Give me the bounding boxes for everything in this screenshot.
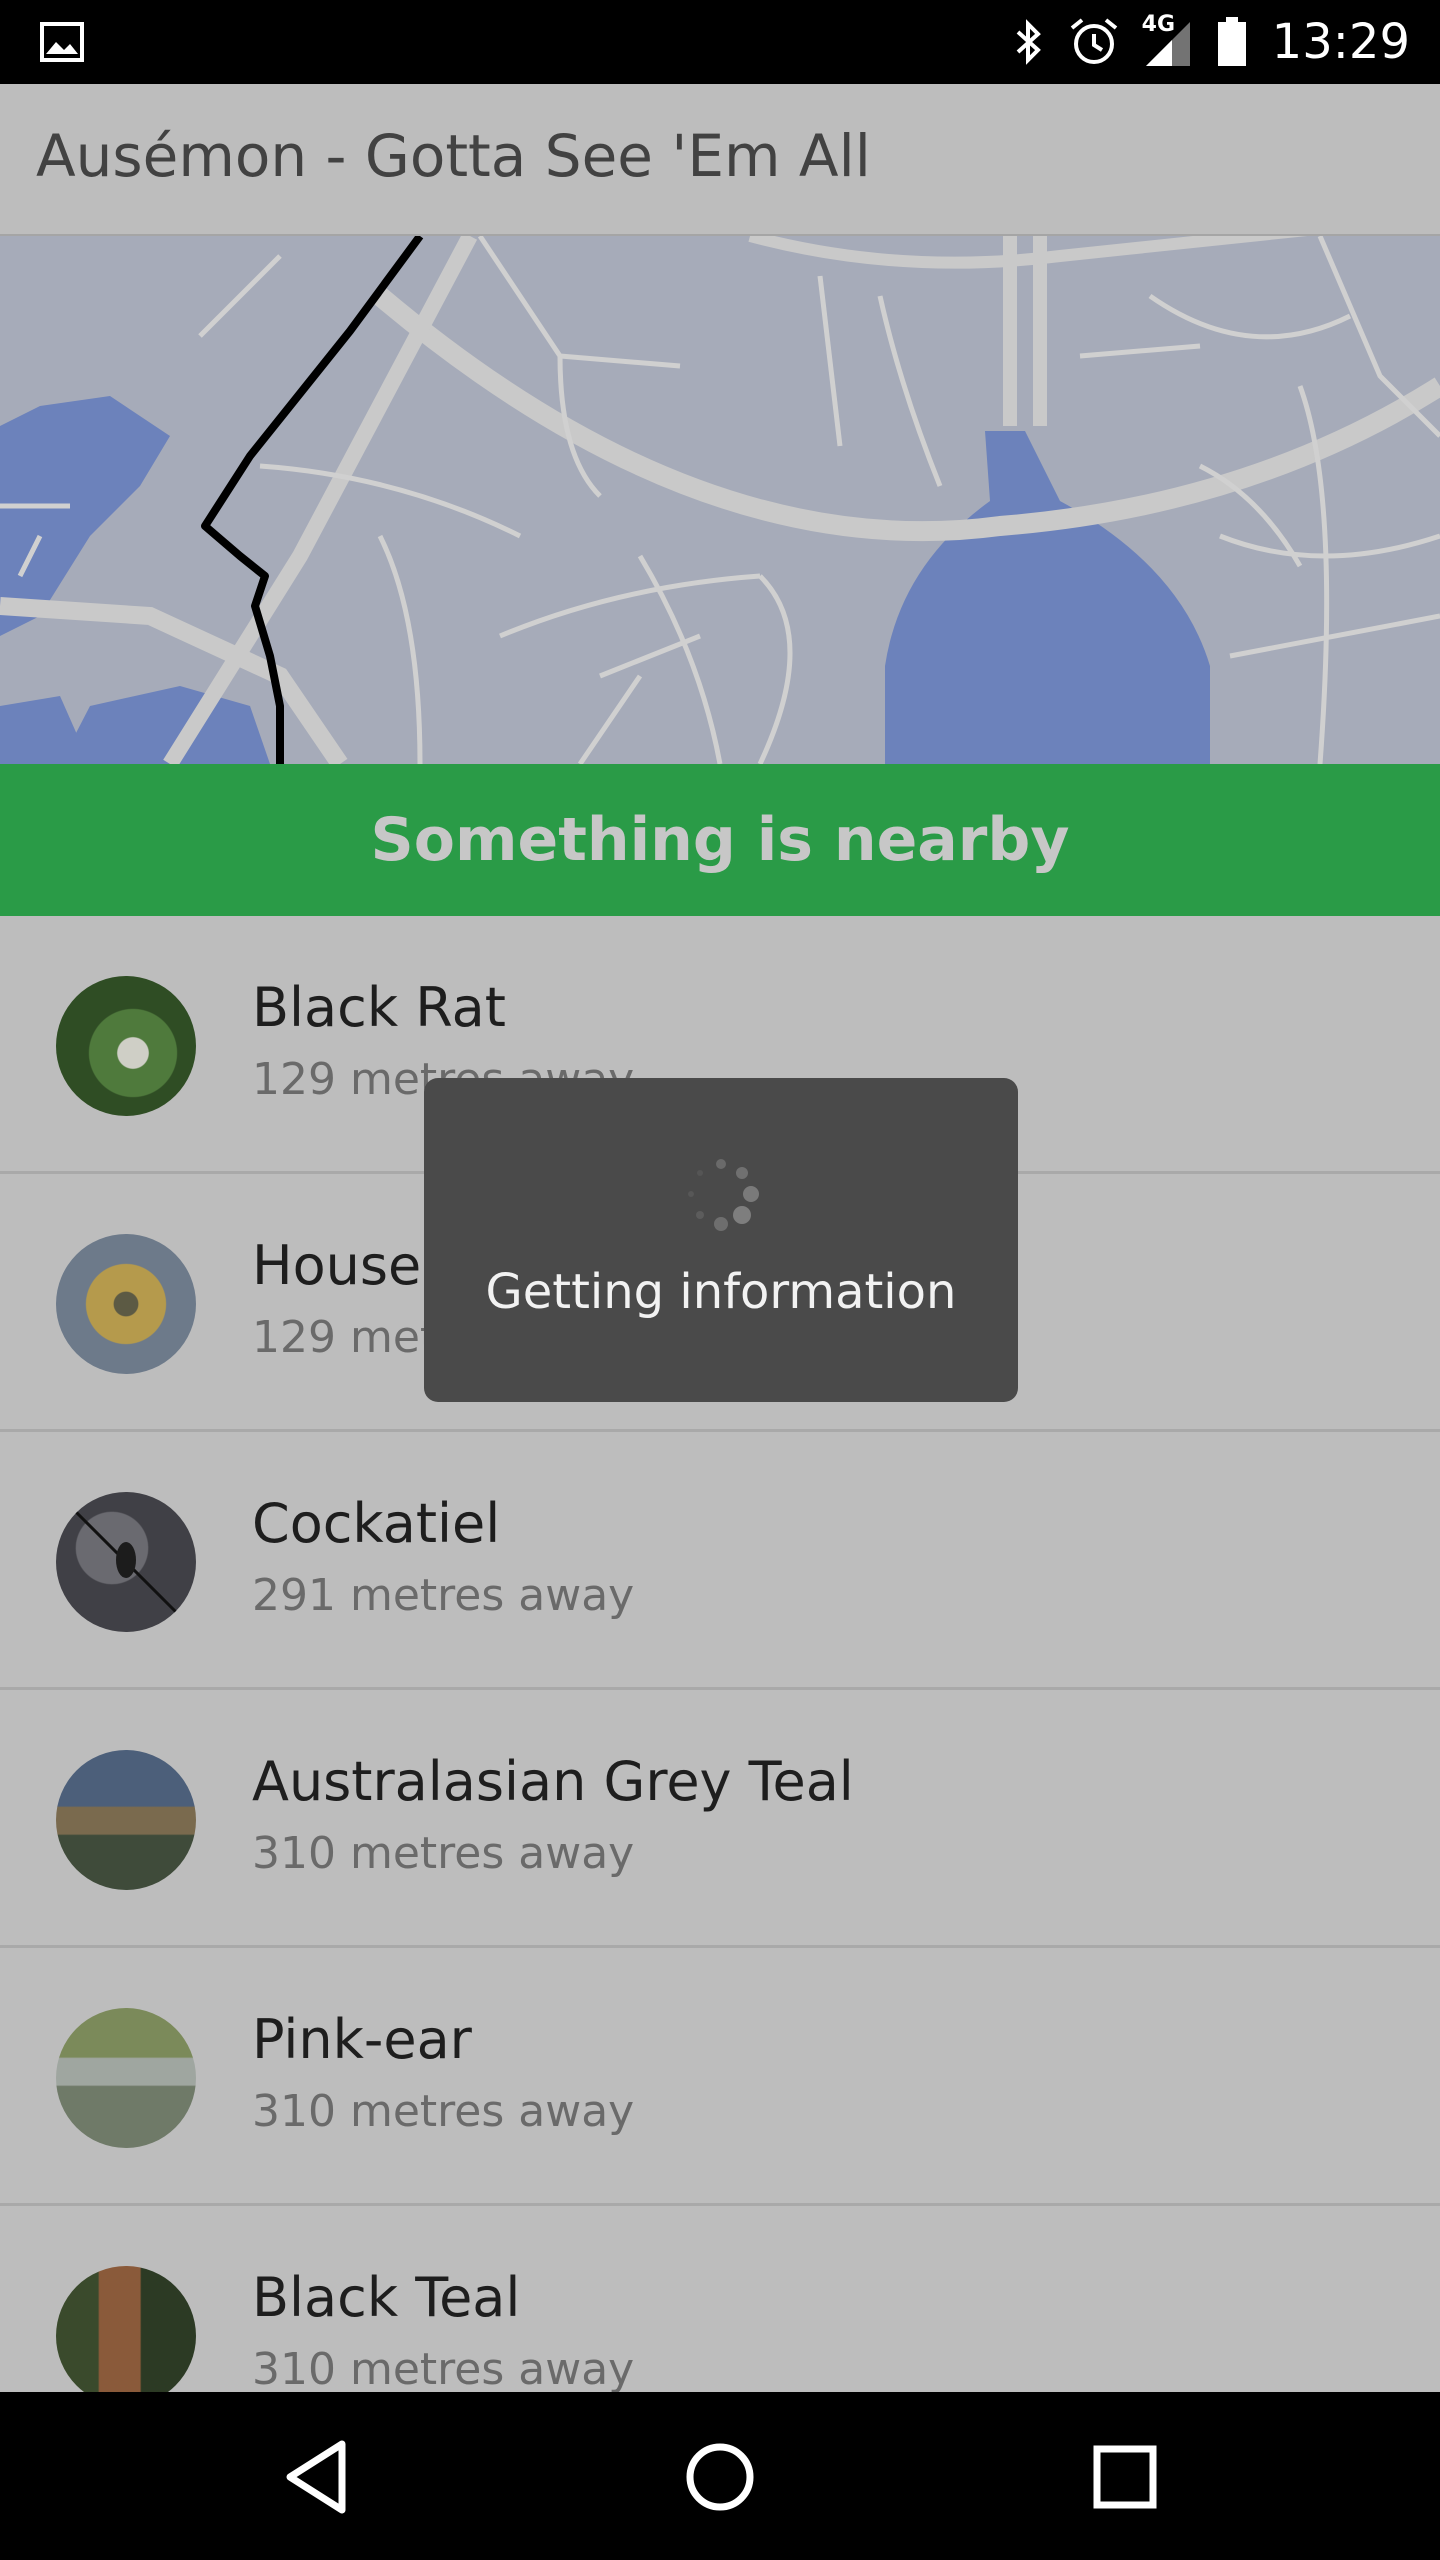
recents-icon[interactable]	[1070, 2422, 1180, 2532]
map-graphic	[0, 236, 1440, 764]
bluetooth-icon	[1016, 19, 1041, 65]
app-bar: Ausémon - Gotta See 'Em All	[0, 84, 1440, 236]
loading-spinner-icon	[688, 1159, 759, 1231]
cockatiel-thumbnail	[56, 1492, 196, 1632]
back-icon[interactable]	[262, 2422, 372, 2532]
item-name: Australasian Grey Teal	[252, 1750, 854, 1813]
nearby-banner: Something is nearby	[0, 764, 1440, 916]
item-name: Cockatiel	[252, 1492, 501, 1555]
battery-icon	[1217, 17, 1246, 66]
pink-ear-thumbnail	[56, 2008, 196, 2148]
black-teal-thumbnail	[56, 2266, 196, 2392]
item-distance: 291 metres away	[252, 1570, 635, 1621]
home-icon[interactable]	[665, 2422, 775, 2532]
clock: 13:29	[1271, 14, 1410, 70]
item-distance: 310 metres away	[252, 2086, 635, 2137]
item-name: Black Rat	[252, 976, 506, 1039]
banner-text: Something is nearby	[370, 805, 1070, 875]
list-item[interactable]: Australasian Grey Teal 310 metres away	[0, 1690, 1440, 1948]
map-view[interactable]	[0, 236, 1440, 764]
grey-teal-thumbnail	[56, 1750, 196, 1890]
item-name: Pink-ear	[252, 2008, 472, 2071]
alarm-icon	[1070, 18, 1117, 64]
dialog-text: Getting information	[485, 1264, 957, 1320]
item-distance: 310 metres away	[252, 1828, 635, 1879]
loading-dialog: Getting information	[424, 1078, 1018, 1402]
item-name: Black Teal	[252, 2266, 521, 2329]
status-bar: 4G 13:29	[0, 0, 1440, 84]
navigation-bar	[0, 2392, 1440, 2560]
item-distance: 310 metres away	[252, 2344, 635, 2392]
house-mouse-thumbnail	[56, 1234, 196, 1374]
app-title: Ausémon - Gotta See 'Em All	[36, 122, 871, 190]
list-item[interactable]: Pink-ear 310 metres away	[0, 1948, 1440, 2206]
black-rat-thumbnail	[56, 976, 196, 1116]
status-icons: 4G 13:29	[1012, 10, 1410, 74]
signal-icon: 4G	[1142, 12, 1192, 68]
image-icon	[40, 22, 84, 62]
list-item[interactable]: Cockatiel 291 metres away	[0, 1432, 1440, 1690]
list-item[interactable]: Black Teal 310 metres away	[0, 2206, 1440, 2392]
